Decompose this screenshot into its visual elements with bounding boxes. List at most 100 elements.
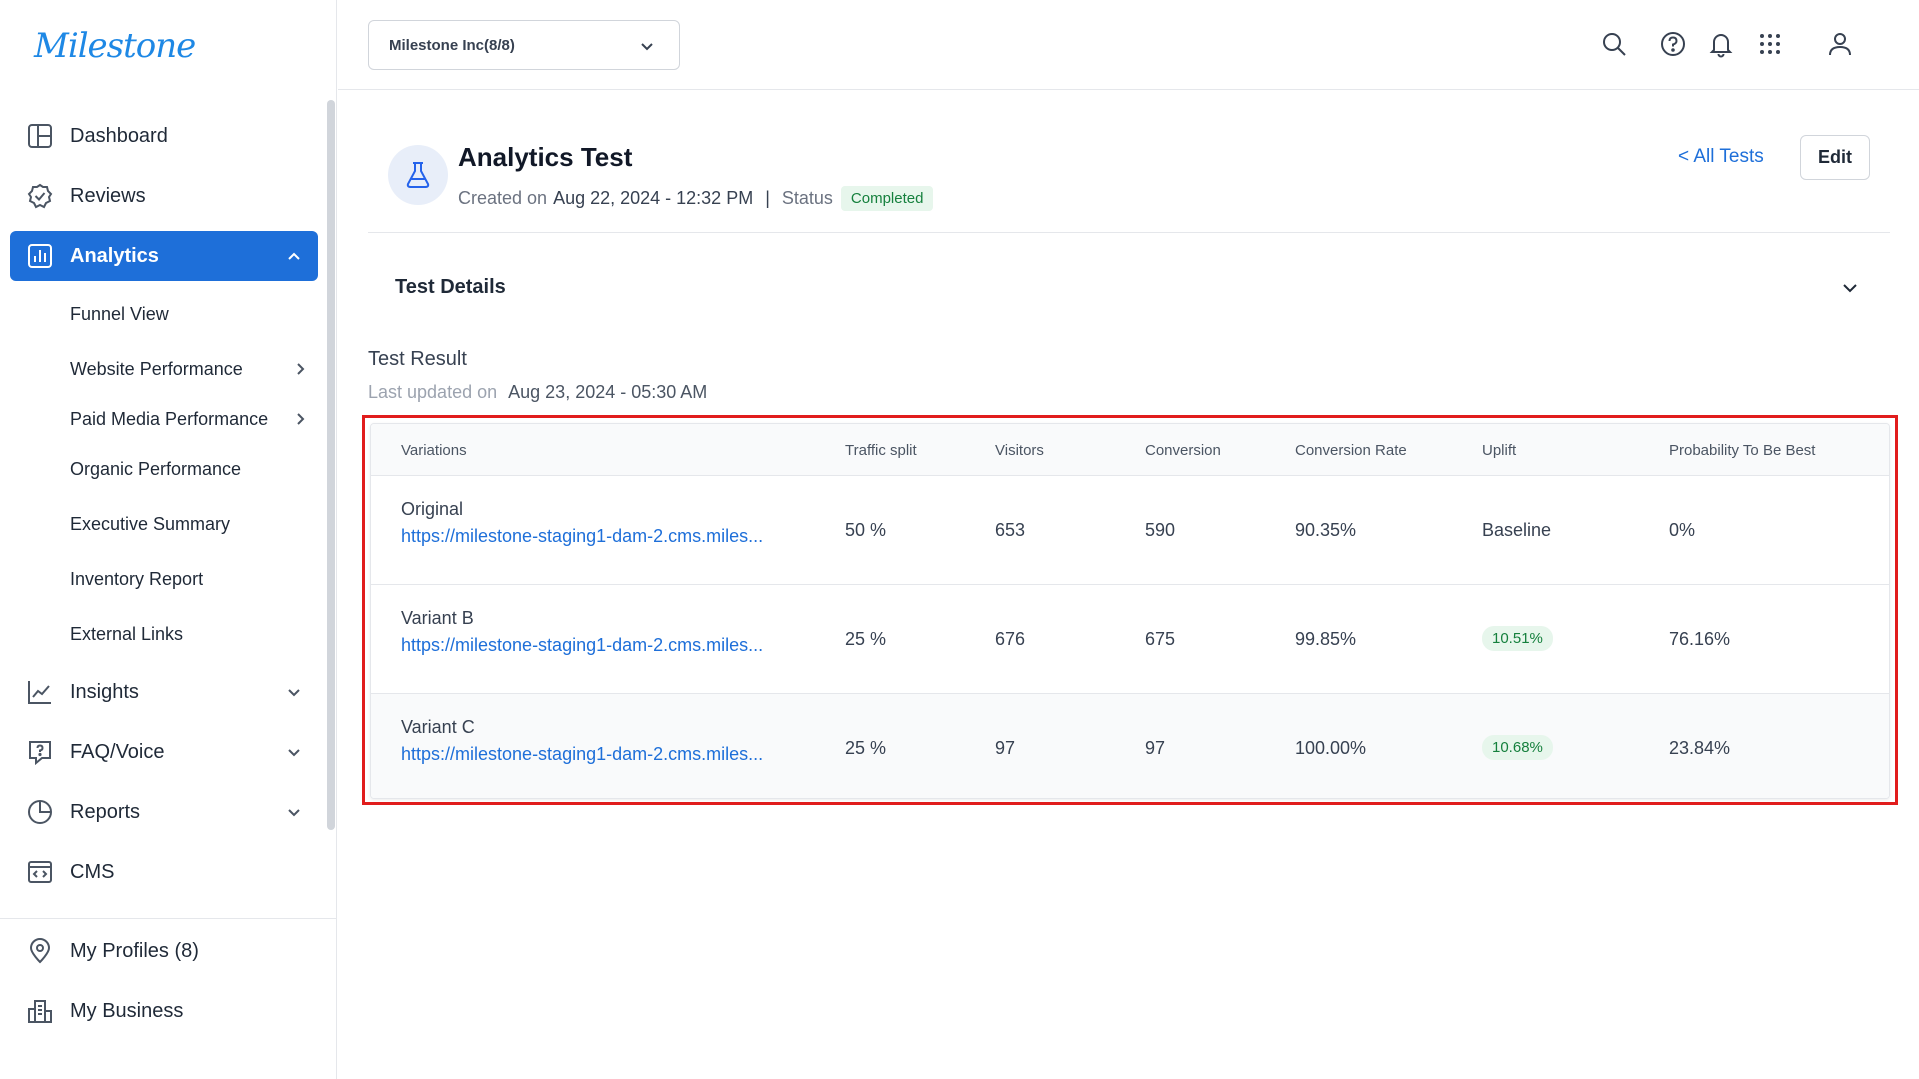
column-header: Variations bbox=[401, 442, 467, 459]
column-header: Visitors bbox=[995, 442, 1044, 459]
column-header: Uplift bbox=[1482, 442, 1517, 459]
sidebar-item-label: Reviews bbox=[70, 184, 146, 207]
visitors: 97 bbox=[995, 738, 1016, 758]
table-header: Variations Traffic split Visitors Conver… bbox=[371, 424, 1889, 476]
sidebar-item-label: FAQ/Voice bbox=[70, 740, 165, 763]
sidebar-divider bbox=[0, 918, 337, 919]
column-header: Probability To Be Best bbox=[1669, 442, 1816, 459]
sidebar-scrollbar[interactable] bbox=[327, 100, 335, 830]
probability-to-be-best: 23.84% bbox=[1669, 738, 1731, 758]
chevron-down-icon bbox=[288, 809, 300, 817]
business-icon bbox=[26, 997, 54, 1025]
sidebar-item-my-profiles[interactable]: My Profiles (8) bbox=[10, 926, 318, 976]
uplift-badge: 10.68% bbox=[1482, 735, 1553, 760]
sidebar-item-label: Insights bbox=[70, 680, 139, 703]
organization-select[interactable]: Milestone Inc(8/8) bbox=[368, 20, 680, 70]
traffic-split: 25 % bbox=[845, 738, 887, 758]
chevron-right-icon bbox=[297, 413, 305, 425]
sidebar-subitem-inventory-report[interactable]: Inventory Report bbox=[70, 561, 310, 597]
header-divider bbox=[368, 232, 1890, 233]
sidebar-subitem-label: Paid Media Performance bbox=[70, 408, 269, 429]
page-title: Analytics Test bbox=[458, 142, 633, 172]
variation-url-link[interactable]: https://milestone-staging1-dam-2.cms.mil… bbox=[401, 635, 791, 656]
status-badge: Completed bbox=[840, 186, 934, 211]
table-row: Original https://milestone-staging1-dam-… bbox=[371, 476, 1889, 585]
column-header: Conversion Rate bbox=[1295, 442, 1407, 459]
test-meta: Created on Aug 22, 2024 - 12:32 PM | Sta… bbox=[458, 186, 934, 211]
traffic-split: 50 % bbox=[845, 520, 887, 540]
sidebar-item-label: Dashboard bbox=[70, 124, 168, 147]
edit-button[interactable]: Edit bbox=[1800, 135, 1870, 180]
variation-name: Variant B bbox=[401, 608, 474, 628]
conversion: 97 bbox=[1145, 738, 1166, 758]
last-updated-label: Last updated on bbox=[368, 382, 498, 402]
sidebar-subitem-label: Funnel View bbox=[70, 303, 169, 324]
variation-url-link[interactable]: https://milestone-staging1-dam-2.cms.mil… bbox=[401, 744, 791, 765]
conversion: 675 bbox=[1145, 629, 1176, 649]
all-tests-link[interactable]: < All Tests bbox=[1678, 146, 1764, 168]
sidebar-item-reviews[interactable]: Reviews bbox=[10, 171, 318, 221]
chevron-down-icon bbox=[288, 749, 300, 757]
created-value: Aug 22, 2024 - 12:32 PM bbox=[553, 188, 754, 208]
sidebar-subitem-executive-summary[interactable]: Executive Summary bbox=[70, 506, 310, 542]
sidebar-item-reports[interactable]: Reports bbox=[10, 787, 318, 837]
sidebar-subitem-organic-performance[interactable]: Organic Performance bbox=[70, 451, 310, 487]
conversion-rate: 99.85% bbox=[1295, 629, 1357, 649]
visitors: 676 bbox=[995, 629, 1026, 649]
probability-to-be-best: 76.16% bbox=[1669, 629, 1731, 649]
help-icon[interactable] bbox=[1659, 30, 1687, 58]
variation-name: Variant C bbox=[401, 717, 475, 737]
search-icon[interactable] bbox=[1600, 30, 1628, 58]
dashboard-icon bbox=[26, 122, 54, 150]
variation-name: Original bbox=[401, 499, 464, 519]
conversion: 590 bbox=[1145, 520, 1176, 540]
sidebar-subitem-label: Inventory Report bbox=[70, 568, 204, 589]
probability-to-be-best: 0% bbox=[1669, 520, 1696, 540]
sidebar-subitem-label: Website Performance bbox=[70, 358, 243, 379]
status-label: Status bbox=[781, 188, 833, 208]
sidebar-item-label: Reports bbox=[70, 800, 141, 823]
sidebar-subitem-funnel-view[interactable]: Funnel View bbox=[70, 296, 310, 332]
cms-icon bbox=[26, 858, 54, 886]
meta-separator: | bbox=[765, 188, 770, 208]
chevron-down-icon bbox=[641, 43, 653, 51]
column-header: Conversion bbox=[1145, 442, 1221, 459]
traffic-split: 25 % bbox=[845, 629, 887, 649]
faq-icon bbox=[26, 738, 54, 766]
sidebar-item-cms[interactable]: CMS bbox=[10, 847, 318, 897]
sidebar-item-label: My Business bbox=[70, 999, 184, 1022]
chevron-up-icon bbox=[288, 252, 300, 260]
last-updated: Last updated on Aug 23, 2024 - 05:30 AM bbox=[368, 382, 707, 403]
chevron-down-icon[interactable] bbox=[1838, 276, 1862, 300]
sidebar-subitem-external-links[interactable]: External Links bbox=[70, 616, 310, 652]
sidebar-item-analytics[interactable]: Analytics bbox=[10, 231, 318, 281]
apps-grid-icon[interactable] bbox=[1756, 30, 1784, 58]
bell-icon[interactable] bbox=[1707, 30, 1735, 58]
uplift: Baseline bbox=[1482, 520, 1552, 540]
created-label: Created on bbox=[458, 188, 548, 208]
analytics-icon bbox=[26, 242, 54, 270]
chevron-down-icon bbox=[288, 689, 300, 697]
user-icon[interactable] bbox=[1826, 30, 1854, 58]
table-row: Variant B https://milestone-staging1-dam… bbox=[371, 585, 1889, 694]
conversion-rate: 100.00% bbox=[1295, 738, 1367, 758]
sidebar-item-dashboard[interactable]: Dashboard bbox=[10, 111, 318, 161]
organization-select-value: Milestone Inc(8/8) bbox=[389, 36, 515, 54]
table-row: Variant C https://milestone-staging1-dam… bbox=[371, 694, 1889, 798]
sidebar-item-insights[interactable]: Insights bbox=[10, 667, 318, 717]
conversion-rate: 90.35% bbox=[1295, 520, 1357, 540]
sidebar-subitem-label: External Links bbox=[70, 623, 184, 644]
milestone-logo[interactable]: Milestone bbox=[34, 26, 196, 66]
sidebar-item-faq-voice[interactable]: FAQ/Voice bbox=[10, 727, 318, 777]
sidebar-item-label: My Profiles (8) bbox=[70, 939, 199, 962]
sidebar-item-my-business[interactable]: My Business bbox=[10, 986, 318, 1036]
flask-icon bbox=[388, 145, 448, 205]
insights-icon bbox=[26, 678, 54, 706]
variation-url-link[interactable]: https://milestone-staging1-dam-2.cms.mil… bbox=[401, 526, 791, 547]
sidebar-subitem-paid-media-performance[interactable]: Paid Media Performance bbox=[70, 401, 310, 437]
visitors: 653 bbox=[995, 520, 1026, 540]
sidebar-subitem-website-performance[interactable]: Website Performance bbox=[70, 351, 310, 387]
chevron-right-icon bbox=[297, 363, 305, 375]
main-content: Analytics Test Created on Aug 22, 2024 -… bbox=[338, 90, 1919, 1079]
uplift-badge: 10.51% bbox=[1482, 626, 1553, 651]
